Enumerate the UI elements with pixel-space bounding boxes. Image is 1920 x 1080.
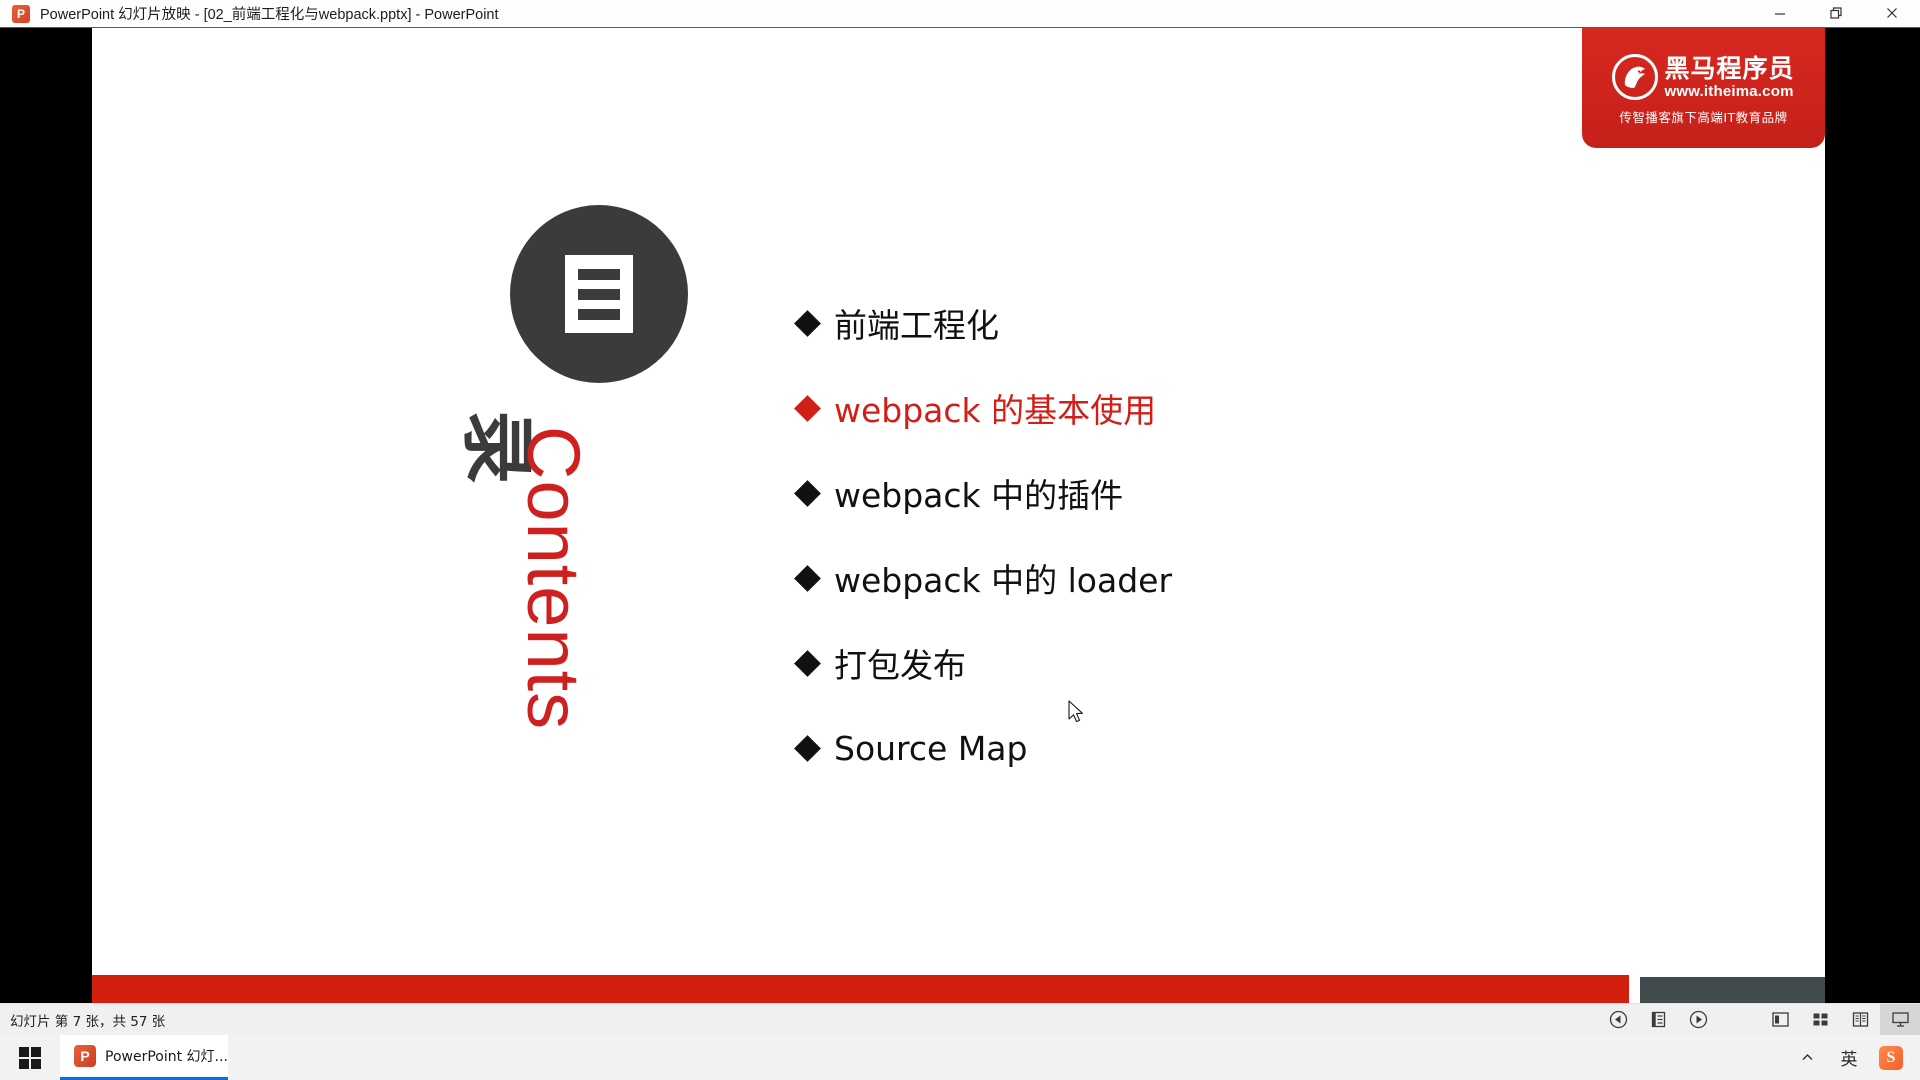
diamond-bullet-icon — [794, 309, 821, 337]
reading-view-button[interactable] — [1840, 1004, 1880, 1036]
toc-item-label: webpack 中的 loader — [834, 561, 1173, 600]
restore-icon[interactable] — [1808, 0, 1864, 27]
status-bar-buttons — [1598, 1003, 1920, 1036]
toc-item-label: webpack 的基本使用 — [834, 391, 1157, 430]
notes-button[interactable] — [1638, 1004, 1678, 1036]
powerpoint-icon — [12, 4, 30, 23]
document-list-glyph — [565, 255, 633, 333]
logo-url: www.itheima.com — [1664, 82, 1794, 100]
sogou-input-icon[interactable]: S — [1870, 1035, 1912, 1080]
windows-taskbar: PowerPoint 幻灯... 英 S — [0, 1035, 1920, 1080]
windows-start-icon[interactable] — [0, 1035, 60, 1080]
status-bar: 幻灯片 第 7 张，共 57 张 — [0, 1003, 1920, 1036]
toc-item-2[interactable]: webpack 中的插件 — [794, 470, 1172, 516]
chevron-up-icon[interactable] — [1786, 1035, 1828, 1080]
windows-logo-glyph — [19, 1046, 41, 1069]
diamond-bullet-icon — [794, 564, 821, 592]
toc-item-label: webpack 中的插件 — [834, 476, 1124, 515]
toc-item-4[interactable]: 打包发布 — [794, 640, 1172, 686]
toc-item-3[interactable]: webpack 中的 loader — [794, 555, 1173, 601]
sogou-glyph: S — [1879, 1045, 1903, 1070]
system-tray: 英 S — [1786, 1035, 1920, 1080]
taskbar-item-label: PowerPoint 幻灯... — [105, 1049, 228, 1065]
toc-item-0[interactable]: 前端工程化 — [794, 300, 1172, 346]
contents-title-en: Contents — [512, 426, 595, 731]
toc-item-1[interactable]: webpack 的基本使用 — [794, 385, 1172, 431]
powerpoint-icon — [74, 1045, 96, 1067]
logo-brand-cn: 黑马程序员 — [1664, 53, 1795, 83]
slide-accent-bar-red — [92, 975, 1629, 1003]
toc-item-label: 打包发布 — [834, 646, 966, 685]
logo-text: 黑马程序员 www.itheima.com — [1664, 56, 1794, 99]
slideshow-view-button[interactable] — [1880, 1003, 1920, 1036]
diamond-bullet-icon — [794, 394, 821, 422]
logo-tagline: 传智播客旗下高端IT教育品牌 — [1619, 110, 1788, 125]
slideshow-stage[interactable]: 黑马程序员 www.itheima.com 传智播客旗下高端IT教育品牌 录 C… — [0, 28, 1920, 1003]
diamond-bullet-icon — [794, 734, 821, 762]
minimize-icon[interactable] — [1752, 0, 1808, 27]
table-of-contents: 前端工程化 webpack 的基本使用 webpack 中的插件 webpack… — [794, 300, 1173, 771]
toc-item-5[interactable]: Source Map — [794, 725, 1172, 771]
diamond-bullet-icon — [794, 649, 821, 677]
toc-item-label: 前端工程化 — [834, 306, 999, 345]
screen: PowerPoint 幻灯片放映 - [02_前端工程化与webpack.ppt… — [0, 0, 1920, 1080]
horse-head-icon — [1612, 54, 1659, 100]
window-title: PowerPoint 幻灯片放映 - [02_前端工程化与webpack.ppt… — [40, 7, 499, 23]
ime-language-icon[interactable]: 英 — [1828, 1035, 1870, 1080]
diamond-bullet-icon — [794, 479, 821, 507]
slide-accent-bar-dark — [1640, 977, 1825, 1003]
slide-sorter-button[interactable] — [1800, 1004, 1840, 1036]
normal-view-button[interactable] — [1760, 1004, 1800, 1036]
window-titlebar: PowerPoint 幻灯片放映 - [02_前端工程化与webpack.ppt… — [0, 0, 1920, 28]
close-icon[interactable] — [1864, 0, 1920, 27]
document-list-icon — [510, 205, 688, 383]
taskbar-item-powerpoint[interactable]: PowerPoint 幻灯... — [60, 1035, 228, 1080]
slide-counter: 幻灯片 第 7 张，共 57 张 — [10, 1013, 166, 1030]
next-slide-button[interactable] — [1678, 1004, 1718, 1036]
previous-slide-button[interactable] — [1598, 1004, 1638, 1036]
brand-logo: 黑马程序员 www.itheima.com 传智播客旗下高端IT教育品牌 — [1582, 28, 1825, 148]
toc-item-label: Source Map — [834, 728, 1028, 768]
slide-canvas[interactable]: 黑马程序员 www.itheima.com 传智播客旗下高端IT教育品牌 录 C… — [92, 28, 1825, 1003]
logo-row: 黑马程序员 www.itheima.com — [1612, 54, 1794, 100]
window-controls — [1752, 0, 1920, 28]
mouse-cursor — [1068, 700, 1088, 726]
